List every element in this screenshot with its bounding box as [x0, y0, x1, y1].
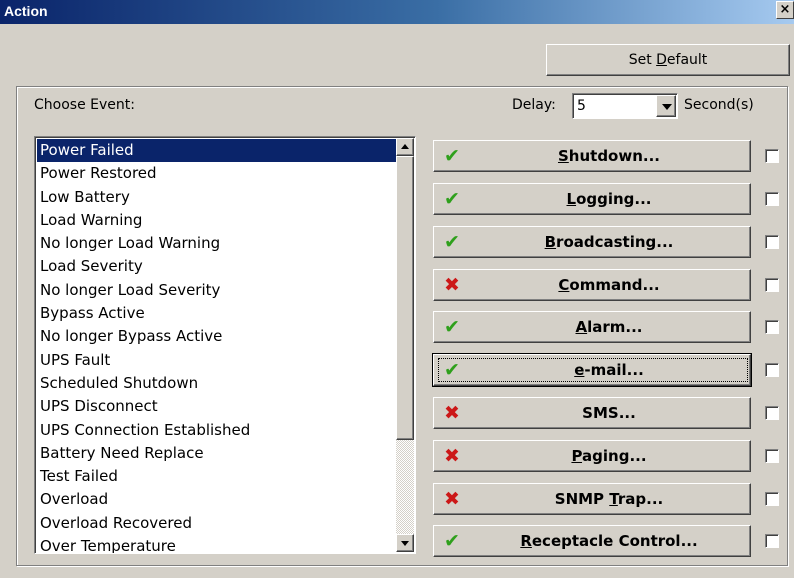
action-button-label: Paging...	[474, 441, 744, 471]
event-list-item[interactable]: UPS Connection Established	[37, 419, 397, 442]
event-list-item[interactable]: Scheduled Shutdown	[37, 372, 397, 395]
event-list-item[interactable]: UPS Fault	[37, 349, 397, 372]
set-default-button[interactable]: Set Default	[546, 44, 790, 76]
action-button-2[interactable]: ✔ Broadcasting...	[433, 226, 751, 258]
delay-value: 5	[577, 98, 586, 114]
event-list-item[interactable]: Bypass Active	[37, 302, 397, 325]
event-list-item[interactable]: Load Warning	[37, 209, 397, 232]
action-label-u: e	[574, 361, 585, 379]
choose-event-label: Choose Event:	[34, 97, 135, 113]
action-button-7[interactable]: ✖ Paging...	[433, 440, 751, 472]
action-label-u: L	[566, 190, 577, 208]
event-list-item[interactable]: No longer Load Warning	[37, 232, 397, 255]
action-label-post: rap...	[617, 490, 664, 508]
action-label-pre: SNMP	[554, 490, 610, 508]
action-label-post: roadcasting...	[556, 233, 674, 251]
action-label-u: C	[558, 276, 570, 294]
action-button-0[interactable]: ✔ Shutdown...	[433, 140, 751, 172]
check-icon: ✔	[444, 316, 460, 338]
event-list[interactable]: Power Failed Power Restored Low Battery Loa…	[34, 136, 416, 554]
action-label-post: -mail...	[584, 361, 644, 379]
action-checkbox[interactable]	[765, 320, 779, 334]
cross-icon: ✖	[444, 445, 460, 467]
action-label-post: larm...	[587, 318, 643, 336]
action-label-post: aging...	[582, 447, 647, 465]
action-button-6[interactable]: ✖ SMS...	[433, 397, 751, 429]
dropdown-arrow-icon[interactable]	[656, 95, 676, 117]
set-default-label-post: efault	[666, 52, 708, 68]
action-checkbox[interactable]	[765, 149, 779, 163]
action-button-label: Logging...	[474, 184, 744, 214]
action-button-3[interactable]: ✖ Command...	[433, 269, 751, 301]
scroll-thumb[interactable]	[396, 156, 414, 440]
action-button-label: SMS...	[474, 398, 744, 428]
delay-unit-label: Second(s)	[684, 97, 754, 113]
event-list-item[interactable]: Overload Recovered	[37, 512, 397, 535]
cross-icon: ✖	[444, 274, 460, 296]
action-button-label: Command...	[474, 270, 744, 300]
action-button-1[interactable]: ✔ Logging...	[433, 183, 751, 215]
set-default-label-pre: Set	[628, 52, 657, 68]
event-list-item[interactable]: Test Failed	[37, 465, 397, 488]
action-label-u: B	[544, 233, 557, 251]
action-button-label: SNMP Trap...	[474, 484, 744, 514]
event-list-item[interactable]: No longer Bypass Active	[37, 325, 397, 348]
action-checkbox[interactable]	[765, 406, 779, 420]
event-list-item[interactable]: Power Restored	[37, 162, 397, 185]
check-icon: ✔	[444, 188, 460, 210]
cross-icon: ✖	[444, 488, 460, 510]
action-button-5[interactable]: ✔ e-mail...	[432, 353, 752, 387]
set-default-label-accel: D	[656, 52, 667, 68]
action-button-9[interactable]: ✔ Receptacle Control...	[433, 525, 751, 557]
scroll-up-icon[interactable]	[396, 138, 414, 156]
action-label-u: R	[520, 532, 532, 550]
check-icon: ✔	[444, 231, 460, 253]
action-checkbox[interactable]	[765, 235, 779, 249]
action-label-post: ogging...	[576, 190, 652, 208]
action-label-u: P	[571, 447, 583, 465]
event-list-item[interactable]: UPS Disconnect	[37, 395, 397, 418]
cross-icon: ✖	[444, 402, 460, 424]
event-list-item[interactable]: Over Temperature	[37, 535, 397, 553]
action-label-u: A	[575, 318, 588, 336]
close-button[interactable]: ×	[776, 1, 794, 19]
event-list-item[interactable]: Load Severity	[37, 255, 397, 278]
action-label-u: T	[609, 490, 618, 508]
action-checkbox[interactable]	[765, 363, 779, 377]
event-list-item[interactable]: No longer Load Severity	[37, 279, 397, 302]
event-list-item[interactable]: Overload	[37, 488, 397, 511]
action-checkbox[interactable]	[765, 492, 779, 506]
action-button-label: Receptacle Control...	[474, 526, 744, 556]
title-bar: Action ×	[0, 0, 794, 24]
action-button-4[interactable]: ✔ Alarm...	[433, 311, 751, 343]
window-title: Action	[4, 3, 48, 19]
action-button-label: Shutdown...	[474, 141, 744, 171]
action-checkbox[interactable]	[765, 278, 779, 292]
action-label-pre: SMS...	[582, 404, 636, 422]
event-list-item[interactable]: Power Failed	[37, 139, 397, 163]
action-button-8[interactable]: ✖ SNMP Trap...	[433, 483, 751, 515]
action-button-label: Alarm...	[474, 312, 744, 342]
check-icon: ✔	[444, 530, 460, 552]
action-label-u: S	[557, 147, 569, 165]
action-button-label: e-mail...	[438, 355, 748, 385]
action-label-post: ommand...	[569, 276, 660, 294]
action-checkbox[interactable]	[765, 534, 779, 548]
check-icon: ✔	[444, 145, 460, 167]
action-button-label: Broadcasting...	[474, 227, 744, 257]
action-label-post: hutdown...	[568, 147, 660, 165]
action-checkbox[interactable]	[765, 192, 779, 206]
delay-label: Delay:	[512, 97, 556, 113]
event-list-scrollbar[interactable]	[396, 138, 414, 552]
action-checkbox[interactable]	[765, 449, 779, 463]
event-list-items: Power Failed Power Restored Low Battery Loa…	[37, 139, 397, 553]
event-list-item[interactable]: Low Battery	[37, 186, 397, 209]
event-list-item[interactable]: Battery Need Replace	[37, 442, 397, 465]
delay-select[interactable]: 5	[572, 93, 678, 119]
scroll-down-icon[interactable]	[396, 534, 414, 552]
action-label-post: eceptacle Control...	[531, 532, 698, 550]
